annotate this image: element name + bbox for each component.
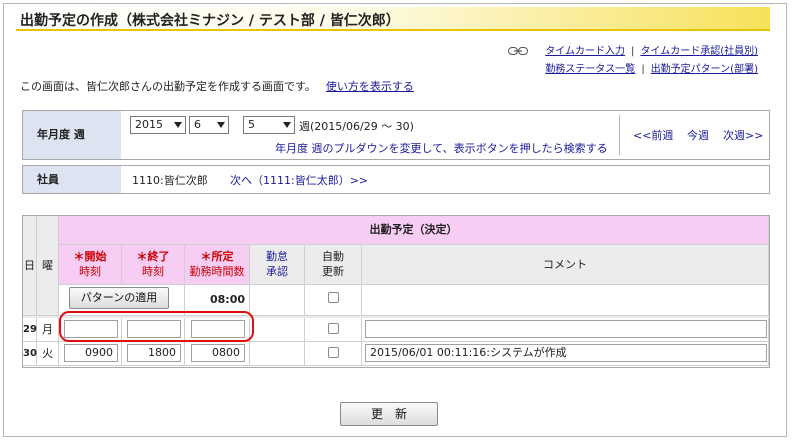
page-title: 出勤予定の作成（株式会社ミナジン / テスト部 / 皆仁次郎） [20,13,400,29]
timecard-input-link[interactable]: タイムカード入力 [545,46,625,57]
group-header: 出勤予定（決定） [59,216,769,245]
col-start-header: ＊開始 時刻 [59,245,122,285]
year-select[interactable]: 2015 [130,116,186,134]
col-hours-header: ＊所定 勤務時間数 [185,245,250,285]
schedule-table: 日 曜 出勤予定（決定） ＊開始 時刻 ＊終了 時刻 ＊所定 勤務時間数 勤怠 承認 自… [22,215,770,368]
week-divider [619,115,620,155]
apply-pattern-button[interactable]: パターンの適用 [69,287,169,309]
row29-comment-input[interactable] [365,320,767,338]
row29-approve-cell [250,318,305,342]
row30-comment-input[interactable]: 2015/06/01 00:11:16:システムが作成 [365,344,767,362]
timecard-approve-link[interactable]: タイムカード承認(社員別) [640,46,758,57]
next-employee-link[interactable]: 次へ（1111:皆仁太郎）>> [230,172,368,188]
pattern-approve-cell [250,285,305,316]
row30-end-input[interactable]: 1800 [127,344,181,362]
col-approve-header: 勤怠 承認 [250,245,305,285]
row29-hours-input[interactable] [191,320,245,338]
row29-start-input[interactable] [64,320,118,338]
week-select[interactable]: 5 [243,116,295,134]
pattern-comment-cell [362,285,769,316]
row29-auto-checkbox[interactable] [328,323,339,334]
dropdown-arrow-icon [283,122,291,128]
week-label: 年月度 週 [23,111,121,159]
employee-box: 社員 1110:皆仁次郎 次へ（1111:皆仁太郎）>> [22,165,770,194]
week-selector-box: 年月度 週 2015 6 5 週(2015/06/29 ～ 30) 年月度 週の… [22,110,770,160]
row30-hours-input[interactable]: 0800 [191,344,245,362]
table-row-weekday: 火 [37,342,59,366]
top-links-row1: タイムカード入力 | タイムカード承認(社員別) [508,42,758,57]
week-hint: 年月度 週のプルダウンを変更して、表示ボタンを押したら検索する [275,142,608,155]
pattern-auto-checkbox[interactable] [328,292,339,303]
col-end-header: ＊終了 時刻 [122,245,185,285]
row30-auto-checkbox[interactable] [328,347,339,358]
top-links-row2: 勤務ステータス一覧 | 出勤予定パターン(部署) [545,64,758,75]
week-range: 週(2015/06/29 ～ 30) [299,120,414,133]
employee-value: 1110:皆仁次郎 [132,174,208,187]
title-bar: 出勤予定の作成（株式会社ミナジン / テスト部 / 皆仁次郎） [16,7,770,31]
table-row-day: 29 [23,318,37,342]
dropdown-arrow-icon [217,122,225,128]
row29-end-input[interactable] [127,320,181,338]
howto-link[interactable]: 使い方を表示する [326,80,414,93]
month-select[interactable]: 6 [189,116,229,134]
link-chain-icon [508,47,529,55]
next-week-link[interactable]: 次週>> [723,127,763,143]
dropdown-arrow-icon [174,122,182,128]
row30-start-input[interactable]: 0900 [64,344,118,362]
col-weekday-header: 曜 [37,216,59,316]
col-comment-header: コメント [362,245,769,285]
this-week-link[interactable]: 今週 [687,127,709,143]
pattern-hours: 08:00 [185,285,250,316]
table-row-day: 30 [23,342,37,366]
row30-approve-cell [250,342,305,366]
prev-week-link[interactable]: <<前週 [633,127,673,143]
update-button[interactable]: 更 新 [340,402,438,426]
employee-label: 社員 [23,166,121,193]
table-row-weekday: 月 [37,318,59,342]
page-description: この画面は、皆仁次郎さんの出勤予定を作成する画面です。 使い方を表示する [20,80,414,93]
work-status-list-link[interactable]: 勤務ステータス一覧 [545,64,635,75]
col-auto-header: 自動 更新 [305,245,362,285]
col-day-header: 日 [23,216,37,316]
schedule-pattern-link[interactable]: 出勤予定パターン(部署) [651,64,758,75]
